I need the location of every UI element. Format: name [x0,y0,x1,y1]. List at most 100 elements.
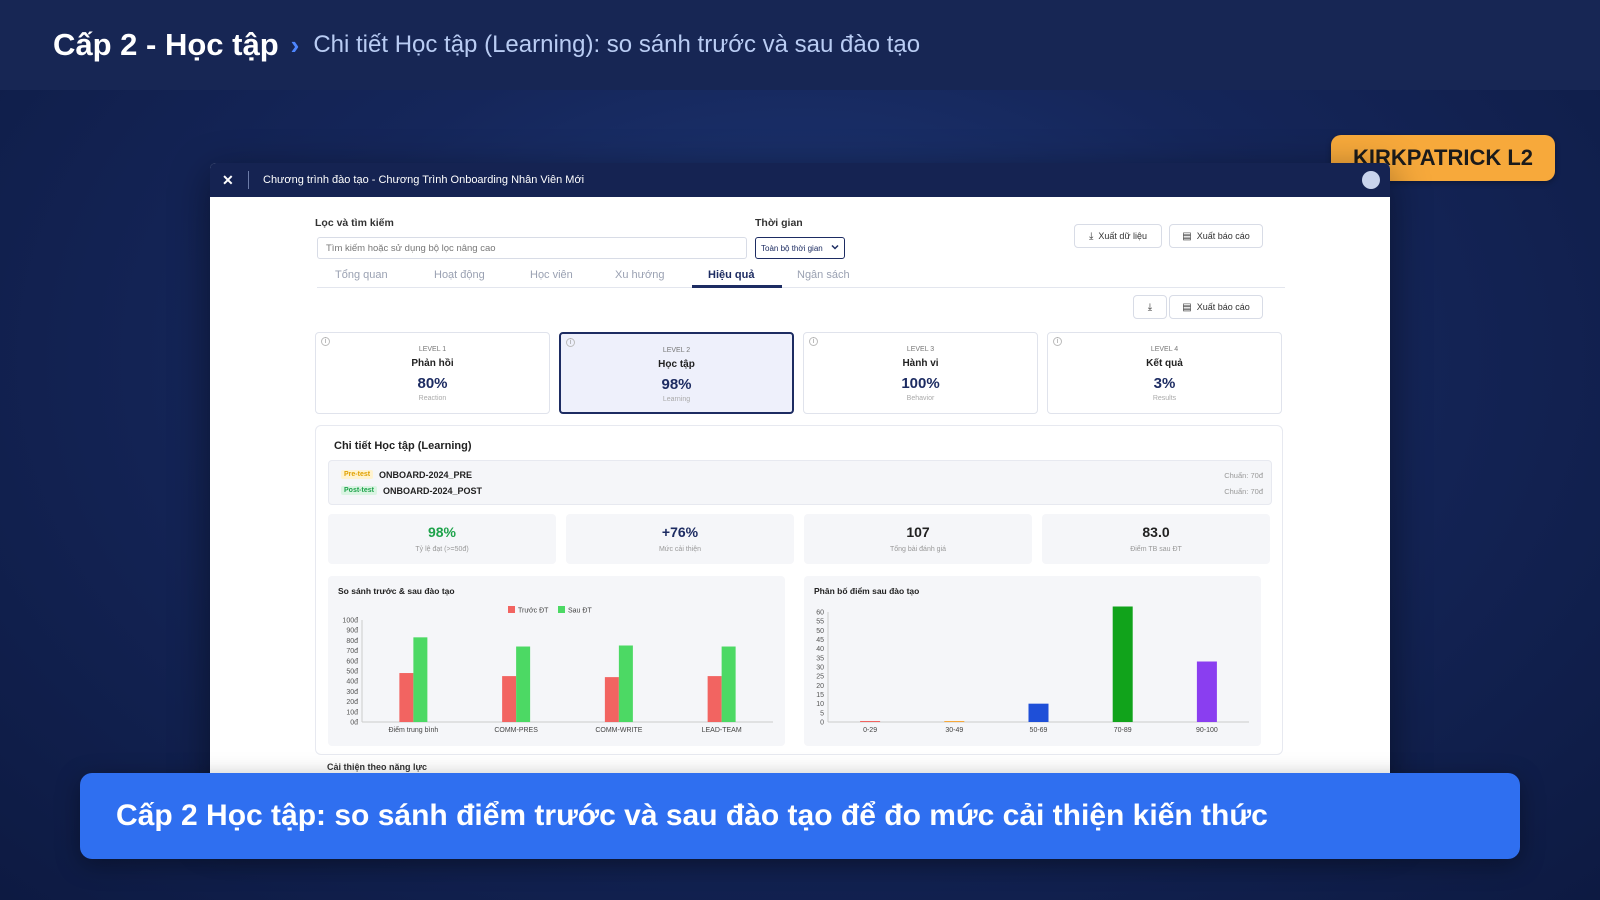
stat-total-assessments: 107 Tổng bài đánh giá [804,514,1032,564]
download-icon: ⤓ [1089,230,1094,242]
search-input[interactable]: Tìm kiếm hoặc sử dụng bộ lọc nâng cao [317,237,747,259]
level-card-behavior[interactable]: i LEVEL 3 Hành vi 100% Behavior [803,332,1038,414]
bar-pre [604,677,619,722]
stat-label: Mức cải thiện [658,546,702,553]
level-card-reaction[interactable]: i LEVEL 1 Phản hồi 80% Reaction [315,332,550,414]
tab-trends[interactable]: Xu hướng [615,269,664,281]
y-tick-label: 20 [816,683,824,690]
y-tick-label: 50đ [346,669,358,676]
x-tick-label: 90-100 [1196,727,1218,734]
time-select[interactable]: Toàn bộ thời gian [755,237,845,259]
y-tick-label: 60 [816,610,824,617]
stat-label: Tỷ lệ đạt (>=50đ) [415,546,469,553]
slide-subtitle: Chi tiết Học tập (Learning): so sánh trư… [313,31,921,58]
bar-0-29 [860,721,881,722]
y-tick-label: 35 [816,655,824,662]
bar-90-100 [1196,661,1217,722]
y-tick-label: 5 [820,710,824,717]
tab-activity[interactable]: Hoạt động [434,269,485,281]
test-list: Pre-test ONBOARD-2024_PRE Chuẩn: 70đ Pos… [328,460,1272,505]
download-button[interactable]: ⤓ [1133,295,1167,319]
y-tick-label: 70đ [346,648,358,655]
window-titlebar: ✕ Chương trình đào tạo - Chương Trình On… [210,163,1390,197]
x-tick-label: 70-89 [1114,727,1132,734]
tab-effectiveness[interactable]: Hiệu quả [708,269,754,281]
export-report-label: Xuất báo cáo [1196,302,1250,312]
stat-label: Tổng bài đánh giá [889,546,947,553]
y-tick-label: 30 [816,665,824,672]
level-title: Học tập [658,359,695,370]
level-card-learning[interactable]: i LEVEL 2 Học tập 98% Learning [559,332,794,414]
bar-30-49 [944,721,965,722]
chevron-down-icon [831,243,839,253]
level-label: LEVEL 2 [662,347,691,354]
level-value: 100% [901,375,940,392]
y-tick-label: 15 [816,692,824,699]
dashboard-content: Lọc và tìm kiếm Tìm kiếm hoặc sử dụng bộ… [315,197,1285,828]
export-data-label: Xuất dữ liệu [1098,231,1147,241]
time-select-value: Toàn bộ thời gian [761,244,823,253]
bar-post [721,646,736,722]
close-icon[interactable]: ✕ [222,172,240,189]
level-label: LEVEL 4 [1150,346,1179,353]
tab-overview[interactable]: Tổng quan [335,269,388,281]
next-section-title: Cải thiện theo năng lực [327,762,428,772]
y-tick-label: 20đ [346,699,358,706]
y-tick-label: 30đ [346,689,358,696]
level-title: Hành vi [902,358,939,369]
y-tick-label: 90đ [346,628,358,635]
time-label: Thời gian [755,217,803,229]
slide-header: Cấp 2 - Học tập › Chi tiết Học tập (Lear… [0,0,1600,90]
y-tick-label: 25 [816,674,824,681]
pre-post-chart: So sánh trước & sau đào tạo 0đ 10đ 20đ 30đ 4… [328,576,785,746]
level-value: 98% [661,376,692,393]
export-report-button[interactable]: ▤ Xuất báo cáo [1169,224,1263,248]
export-report-label: Xuất báo cáo [1196,231,1250,241]
level-sub: Behavior [906,395,935,402]
x-tick-label: COMM-PRES [494,727,538,734]
score-distribution-chart: Phân bố điểm sau đào tạo 0 5 10 15 20 25 30 35 4… [804,576,1261,746]
bar-70-89 [1112,606,1133,722]
y-tick-label: 10đ [346,709,358,716]
breadcrumb-separator-icon: › [290,29,300,60]
y-tick-label: 0 [820,720,824,727]
tab-learners[interactable]: Học viên [530,269,573,281]
post-test-code: ONBOARD-2024_POST [383,486,483,496]
post-test-tag: Post-test [341,486,377,495]
level-card-results[interactable]: i LEVEL 4 Kết quả 3% Results [1047,332,1282,414]
post-test-standard: Chuẩn: 70đ [1224,487,1263,496]
y-tick-label: 0đ [350,720,358,727]
y-tick-label: 55 [816,619,824,626]
search-label: Lọc và tìm kiếm [315,217,394,229]
info-icon[interactable]: i [1053,337,1062,346]
pre-test-standard: Chuẩn: 70đ [1224,471,1263,480]
slide-title: Cấp 2 - Học tập [53,27,279,62]
stat-avg-score: 83.0 Điểm TB sau ĐT [1042,514,1270,564]
level-value: 80% [417,375,448,392]
bar-pre [399,673,414,722]
tab-budget[interactable]: Ngân sách [797,269,850,281]
info-icon[interactable]: i [321,337,330,346]
level-label: LEVEL 3 [906,346,935,353]
download-icon: ⤓ [1147,301,1153,313]
learning-detail-panel: Chi tiết Học tập (Learning) Pre-test ONB… [315,425,1283,755]
x-tick-label: COMM-WRITE [595,727,642,734]
level-sub: Learning [662,396,691,403]
active-tab-indicator [692,285,782,288]
legend-label: Trước ĐT [518,608,549,615]
export-report-button-secondary[interactable]: ▤ Xuất báo cáo [1169,295,1263,319]
y-tick-label: 40đ [346,679,358,686]
y-tick-label: 45 [816,637,824,644]
legend-swatch [508,606,515,613]
tab-bar: Tổng quan Hoạt động Học viên Xu hướng Hi… [317,266,1285,288]
legend-label: Sau ĐT [568,608,592,615]
pre-test-code: ONBOARD-2024_PRE [379,470,473,480]
bar-post [413,637,428,722]
info-icon[interactable]: i [566,338,575,347]
avatar[interactable] [1362,171,1380,189]
export-data-button[interactable]: ⤓ Xuất dữ liệu [1074,224,1162,248]
bar-50-69 [1028,703,1049,722]
info-icon[interactable]: i [809,337,818,346]
pre-post-chart-svg: 0đ 10đ 20đ 30đ 40đ 50đ 60đ 70đ 80đ 90đ 100đ Điểm tr… [342,606,773,734]
x-tick-label: 0-29 [863,727,877,734]
